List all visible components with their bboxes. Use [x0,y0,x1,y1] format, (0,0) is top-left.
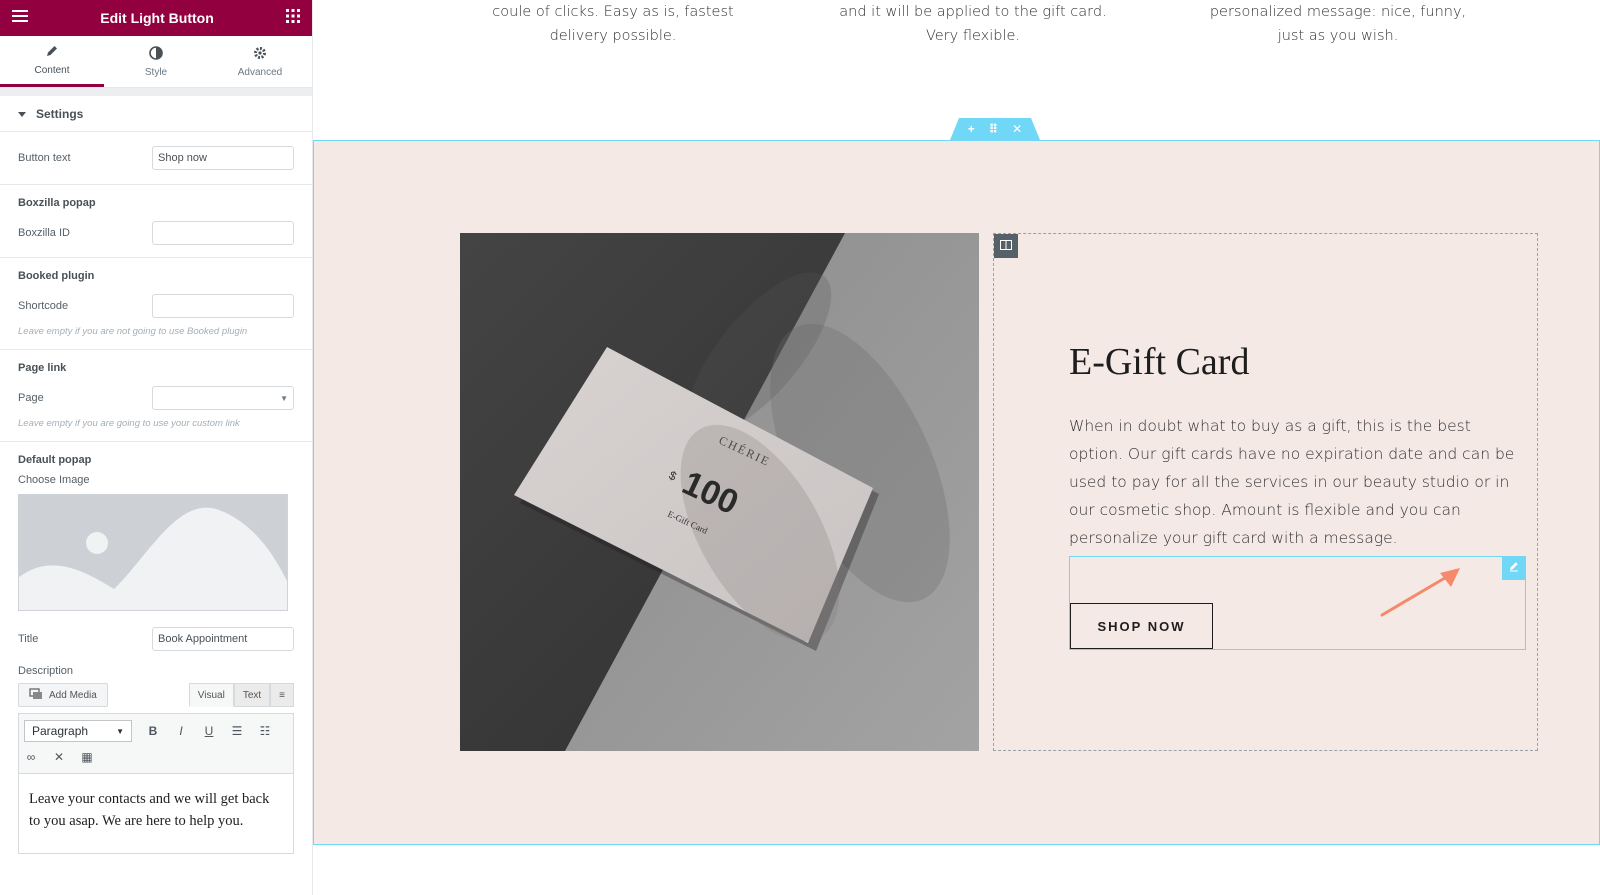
description-label: Description [18,665,74,677]
widgets-grid-icon[interactable] [286,8,300,28]
page-link-group: Page link Page ▼ Leave empty if you are … [0,350,312,442]
gift-card-image: CHÉRIE $ 100 E-Gift Card [460,233,979,751]
format-select[interactable]: Paragraph ▼ [24,720,132,742]
hamburger-menu-icon[interactable] [12,9,28,28]
media-icon [29,687,43,703]
title-label: Title [18,633,39,645]
column-layout-icon [1000,237,1012,255]
tab-content[interactable]: Content [0,36,104,87]
default-popap-heading: Default popap [18,454,92,466]
gift-card-section[interactable]: CHÉRIE $ 100 E-Gift Card E-Gift Card Whe… [313,140,1600,845]
feature-column-3: personalized message: nice, funny, just … [1173,0,1503,48]
bullet-list-icon[interactable]: ☰ [230,724,244,738]
panel-header: Edit Light Button [0,0,312,36]
column-handle[interactable] [994,234,1018,258]
image-placeholder-icon [19,495,287,610]
section-handle[interactable]: + ⠿ ✕ [950,118,1040,140]
editor-toolbar: Paragraph ▼ B I U ☰ ☷ ∞ ✕ ▦ [18,713,294,774]
page-canvas: coule of clicks. Easy as is, fastest del… [313,0,1600,895]
tab-style-label: Style [144,66,168,78]
tab-content-label: Content [34,65,70,76]
tab-advanced-label: Advanced [237,66,283,78]
tab-advanced[interactable]: Advanced [208,36,312,87]
chevron-down-icon: ▼ [280,393,288,403]
gift-card-heading: E-Gift Card [1069,341,1250,383]
boxzilla-group: Boxzilla popap Boxzilla ID [0,185,312,258]
feature-column-2: and it will be applied to the gift card.… [808,0,1138,48]
booked-heading: Booked plugin [18,270,95,282]
feature-column-2-line1: and it will be applied to the gift card. [839,4,1107,20]
boxzilla-id-label: Boxzilla ID [18,227,70,239]
numbered-list-icon[interactable]: ☷ [258,724,272,738]
italic-icon[interactable]: I [174,724,188,738]
shortcode-label: Shortcode [18,300,69,312]
tab-visual[interactable]: Visual [188,683,234,707]
description-editor[interactable]: Leave your contacts and we will get back… [18,774,294,854]
page-label: Page [18,392,44,404]
editor-mode-tabs: Visual Text ≡ [188,683,294,707]
tab-style[interactable]: Style [104,36,208,87]
underline-icon[interactable]: U [202,724,216,738]
caret-down-icon [18,107,26,121]
shop-now-button[interactable]: SHOP NOW [1070,603,1213,649]
editor-tools: Add Media Visual Text ≡ [18,683,294,707]
booked-note: Leave empty if you are not going to use … [18,326,248,337]
gear-icon [253,46,267,63]
edit-widget-button[interactable] [1502,556,1526,580]
feature-column-1-line1: coule of clicks. Easy as is, fastest [492,4,734,20]
choose-image-label: Choose Image [18,474,90,486]
keyboard-icon[interactable]: ▦ [80,750,94,764]
boxzilla-heading: Boxzilla popap [18,197,96,209]
bold-icon[interactable]: B [146,724,160,738]
feature-column-3-line1: personalized message: nice, funny, [1209,4,1467,20]
link-icon[interactable]: ∞ [24,750,38,764]
feature-column-2-line2: Very flexible. [925,28,1021,44]
feature-column-1: coule of clicks. Easy as is, fastest del… [448,0,778,48]
button-text-label: Button text [18,152,71,164]
chevron-down-icon: ▼ [116,726,124,736]
feature-column-3-line2: just as you wish. [1277,28,1399,44]
fullscreen-icon[interactable]: ✕ [52,750,66,764]
settings-heading: Settings [36,106,84,121]
settings-section-toggle[interactable]: Settings [0,96,312,132]
feature-column-1-line2: delivery possible. [549,28,677,44]
button-text-input[interactable]: Shop now [152,146,294,170]
page-select[interactable]: ▼ [152,386,294,410]
add-media-label: Add Media [49,689,97,701]
pencil-icon [1508,559,1520,577]
content-column[interactable]: E-Gift Card When in doubt what to buy as… [993,233,1538,751]
drag-handle-icon[interactable]: ⠿ [989,122,998,136]
page-link-note: Leave empty if you are going to use your… [18,418,240,429]
divider [0,88,312,96]
boxzilla-id-input[interactable] [152,221,294,245]
toolbar-toggle-icon[interactable]: ≡ [270,683,294,707]
booked-group: Booked plugin Shortcode Leave empty if y… [0,258,312,350]
button-text-group: Button text Shop now [0,132,312,185]
annotation-arrow-icon [1380,568,1460,617]
half-circle-icon [149,45,163,63]
format-select-value: Paragraph [32,724,89,738]
default-popap-group: Default popap Choose Image Title Book Ap… [0,442,312,854]
panel-tabs: Content Style Advanced [0,36,312,88]
delete-section-icon[interactable]: ✕ [1012,122,1022,136]
gift-card-description: When in doubt what to buy as a gift, thi… [1069,417,1515,547]
editor-panel: Edit Light Button Content Style Advanced… [0,0,313,895]
page-link-heading: Page link [18,362,67,374]
pencil-icon [45,44,59,61]
add-section-icon[interactable]: + [968,122,975,136]
title-input[interactable]: Book Appointment [152,627,294,651]
shortcode-input[interactable] [152,294,294,318]
add-media-button[interactable]: Add Media [18,683,108,707]
tab-text[interactable]: Text [233,683,271,707]
panel-title: Edit Light Button [100,10,214,26]
image-placeholder[interactable] [18,494,288,611]
